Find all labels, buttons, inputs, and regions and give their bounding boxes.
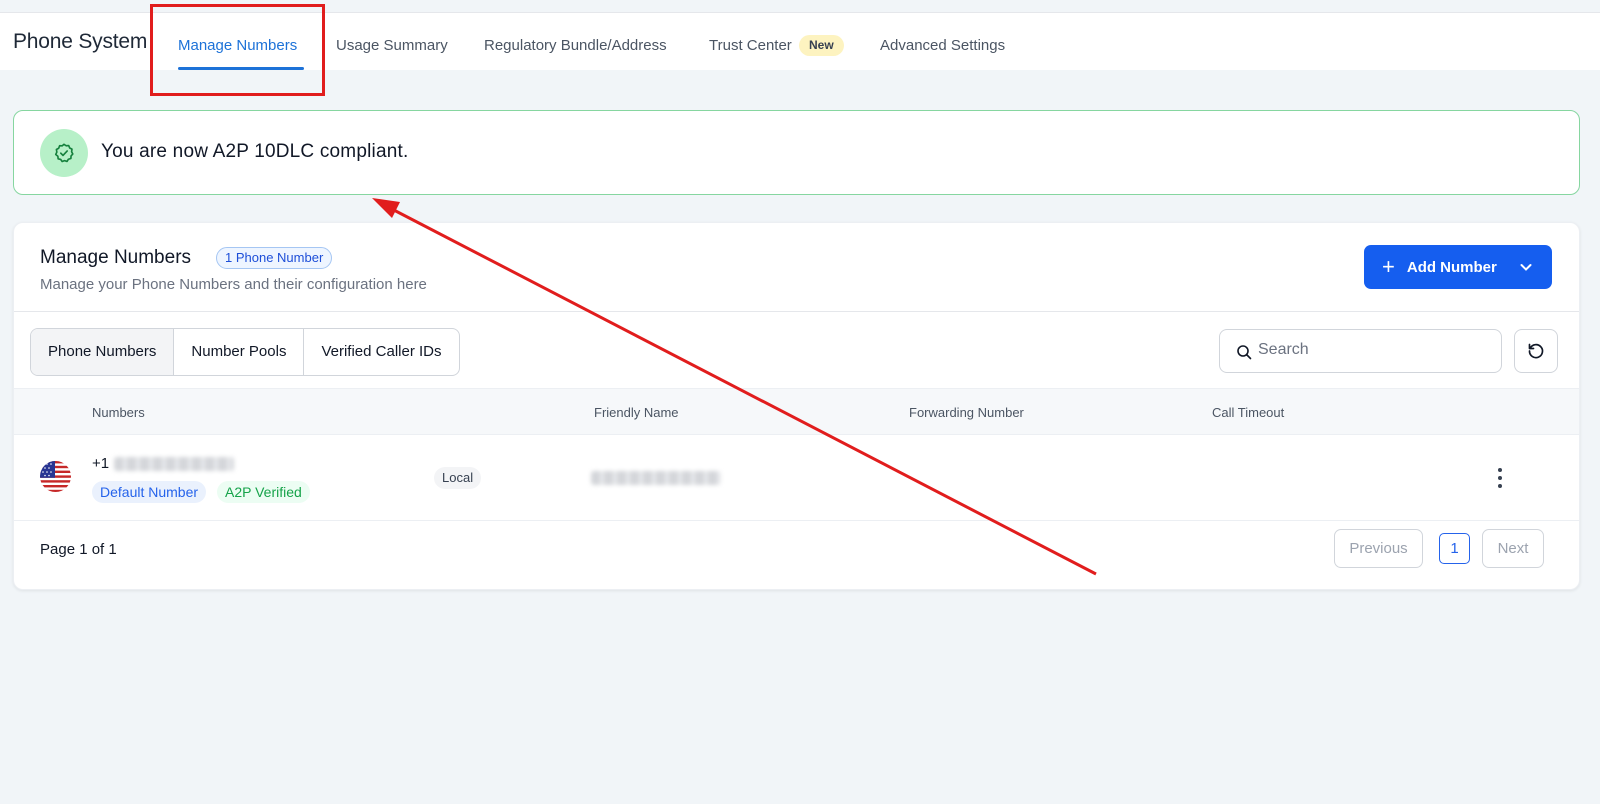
card-title: Manage Numbers (40, 247, 192, 268)
refresh-icon (1528, 343, 1544, 359)
current-page-button[interactable]: 1 (1439, 533, 1470, 564)
column-header-friendly-name[interactable]: Friendly Name (594, 405, 679, 420)
segment-number-pools[interactable]: Number Pools (174, 329, 305, 375)
compliance-alert: You are now A2P 10DLC compliant. (13, 110, 1580, 195)
add-number-button[interactable]: + Add Number (1364, 245, 1552, 289)
page-indicator: Page 1 of 1 (40, 541, 117, 558)
tab-trust-center[interactable]: Trust Center (709, 37, 792, 54)
manage-numbers-card: Manage Numbers 1 Phone Number Manage you… (13, 222, 1580, 590)
segment-verified-caller-ids[interactable]: Verified Caller IDs (304, 329, 458, 375)
shield-check-icon (40, 129, 88, 177)
tab-manage-numbers[interactable]: Manage Numbers (178, 37, 297, 54)
segment-phone-numbers[interactable]: Phone Numbers (31, 329, 175, 375)
next-page-button[interactable]: Next (1482, 529, 1544, 568)
alert-message: You are now A2P 10DLC compliant. (101, 141, 409, 162)
search-box (1219, 329, 1502, 373)
row-actions-menu-icon[interactable] (1490, 465, 1510, 491)
previous-page-button[interactable]: Previous (1334, 529, 1423, 568)
tab-advanced-settings[interactable]: Advanced Settings (880, 37, 1005, 54)
us-flag-icon (40, 461, 71, 492)
search-input[interactable] (1258, 341, 1488, 359)
redacted-phone-number (114, 457, 234, 471)
a2p-verified-tag: A2P Verified (217, 481, 310, 503)
app-title: Phone System (13, 30, 148, 53)
redacted-friendly-name (591, 471, 721, 485)
tab-regulatory-bundle[interactable]: Regulatory Bundle/Address (484, 37, 667, 54)
plus-icon: + (1382, 254, 1395, 279)
phone-number-prefix: +1 (92, 455, 110, 472)
top-nav-bar: Phone System Manage Numbers Usage Summar… (0, 12, 1600, 70)
active-tab-indicator (178, 67, 304, 70)
column-header-numbers[interactable]: Numbers (92, 405, 145, 420)
phone-number-count-badge: 1 Phone Number (216, 247, 333, 269)
header-divider (14, 311, 1579, 312)
column-header-call-timeout[interactable]: Call Timeout (1212, 405, 1284, 420)
tab-usage-summary[interactable]: Usage Summary (336, 37, 448, 54)
column-header-forwarding-number[interactable]: Forwarding Number (909, 405, 1024, 420)
new-badge: New (799, 35, 844, 56)
default-number-tag: Default Number (92, 481, 207, 503)
number-type-badge: Local (434, 467, 482, 489)
search-icon (1237, 345, 1252, 360)
add-number-label: Add Number (1406, 258, 1497, 276)
table-row[interactable]: +1 Default Number A2P Verified Local (14, 435, 1579, 521)
table-header: Numbers Friendly Name Forwarding Number … (14, 388, 1579, 435)
number-type-segmented-control: Phone Numbers Number Pools Verified Call… (30, 328, 460, 376)
card-subtitle: Manage your Phone Numbers and their conf… (40, 276, 427, 293)
chevron-down-icon[interactable] (1518, 259, 1534, 275)
refresh-button[interactable] (1514, 329, 1558, 373)
